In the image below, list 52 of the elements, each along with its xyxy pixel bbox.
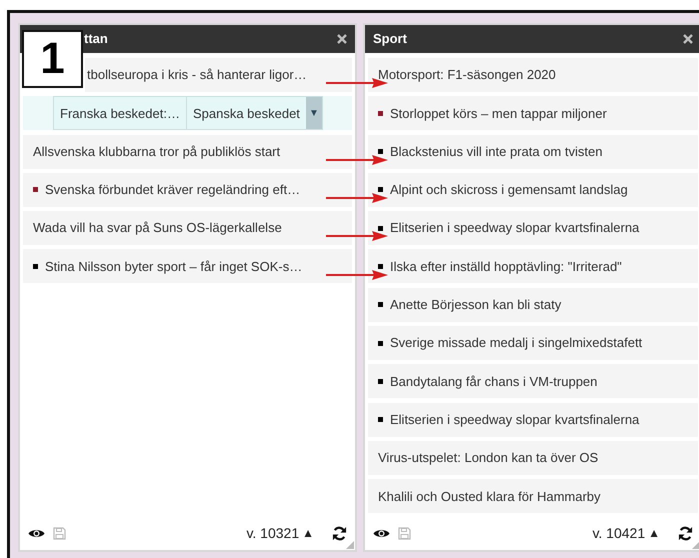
item-title: Ilska efter inställd hopptävling: "Irriterad" [390,258,622,276]
list-item[interactable]: Ilska efter inställd hopptävling: "Irriterad" [368,249,698,284]
list-item[interactable]: Stina Nilsson byter sport – får inget SOK-s… [23,249,352,284]
close-icon[interactable] [337,34,347,44]
item-title: tbollseuropa i kris - så hanterar ligor… [87,66,307,84]
version-toggle[interactable]: ▲ [302,524,314,542]
item-title: Storloppet körs – men tappar miljoner [390,104,607,123]
item-title: Motorsport: F1-säsongen 2020 [378,66,556,84]
item-title: Virus-utspelet: London kan ta över OS [378,449,598,468]
item-title: Alpint och skicross i gemensamt landslag [390,181,628,200]
close-icon[interactable] [683,34,693,44]
select-option[interactable]: Franska beskedet:… [54,97,186,130]
list-item[interactable]: Alpint och skicross i gemensamt landslag [368,172,698,207]
refresh-icon[interactable] [678,526,693,540]
version-toggle[interactable]: ▲ [648,524,660,542]
eye-icon[interactable] [373,528,390,538]
item-title: Sverige missade medalj i singelmixedstafett [390,334,642,352]
item-title: Bandytalang får chans i VM-truppen [390,372,598,391]
step-badge: 1 [22,30,83,88]
list-item[interactable]: Motorsport: F1-säsongen 2020 [368,58,698,92]
list-item[interactable]: Allsvenska klubbarna tror på publiklös start [23,134,352,169]
version-label: v. 10421 [592,524,646,542]
item-title: Stina Nilsson byter sport – får inget SOK-s… [45,258,302,276]
item-title: Allsvenska klubbarna tror på publiklös start [33,142,280,161]
resize-grip-icon[interactable] [692,541,699,549]
list-item[interactable]: Svenska förbundet kräver regeländring eft… [23,172,352,207]
list-item[interactable]: Elitserien i speedway slopar kvartsfinalerna [368,402,698,437]
panel-title: Sport [373,30,407,48]
caret-icon[interactable]: ▼ [306,97,322,130]
version-label: v. 10321 [246,524,300,542]
list-item[interactable]: Virus-utspelet: London kan ta över OS [368,440,698,475]
list-item[interactable]: Storloppet körs – men tappar miljoner [368,96,698,130]
list-item[interactable]: Blackstenius vill inte prata om tvisten [368,134,698,169]
list-item[interactable]: Anette Börjesson kan bli staty [368,288,698,322]
list-item[interactable]: Khalili och Ousted klara för Hammarby [368,479,698,514]
item-title: Elitserien i speedway slopar kvartsfinalerna [390,410,640,429]
list-item[interactable]: Elitserien i speedway slopar kvartsfinalerna [368,211,698,246]
refresh-icon[interactable] [332,526,347,540]
item-title: Blackstenius vill inte prata om tvisten [390,142,602,161]
panel-title: ttan [83,30,108,48]
eye-icon[interactable] [28,528,45,538]
item-title: Svenska förbundet kräver regeländring eft… [45,181,300,200]
item-title: Khalili och Ousted klara för Hammarby [378,488,601,506]
item-title: Wada vill ha svar på Suns OS-lägerkallelse [33,219,282,238]
resize-grip-icon[interactable] [346,541,354,549]
list-item[interactable]: Sverige missade medalj i singelmixedstafett [368,326,698,360]
list-item[interactable]: tbollseuropa i kris - så hanterar ligor… [85,58,352,92]
item-title: Elitserien i speedway slopar kvartsfinalerna [390,219,640,238]
list-item[interactable]: Bandytalang får chans i VM-truppen [368,364,698,398]
item-title: Anette Börjesson kan bli staty [390,296,562,314]
split-select[interactable]: Franska beskedet:… Spanska beskedet ▼ [53,96,323,130]
list-item[interactable]: Wada vill ha svar på Suns OS-lägerkallelse [23,211,352,246]
